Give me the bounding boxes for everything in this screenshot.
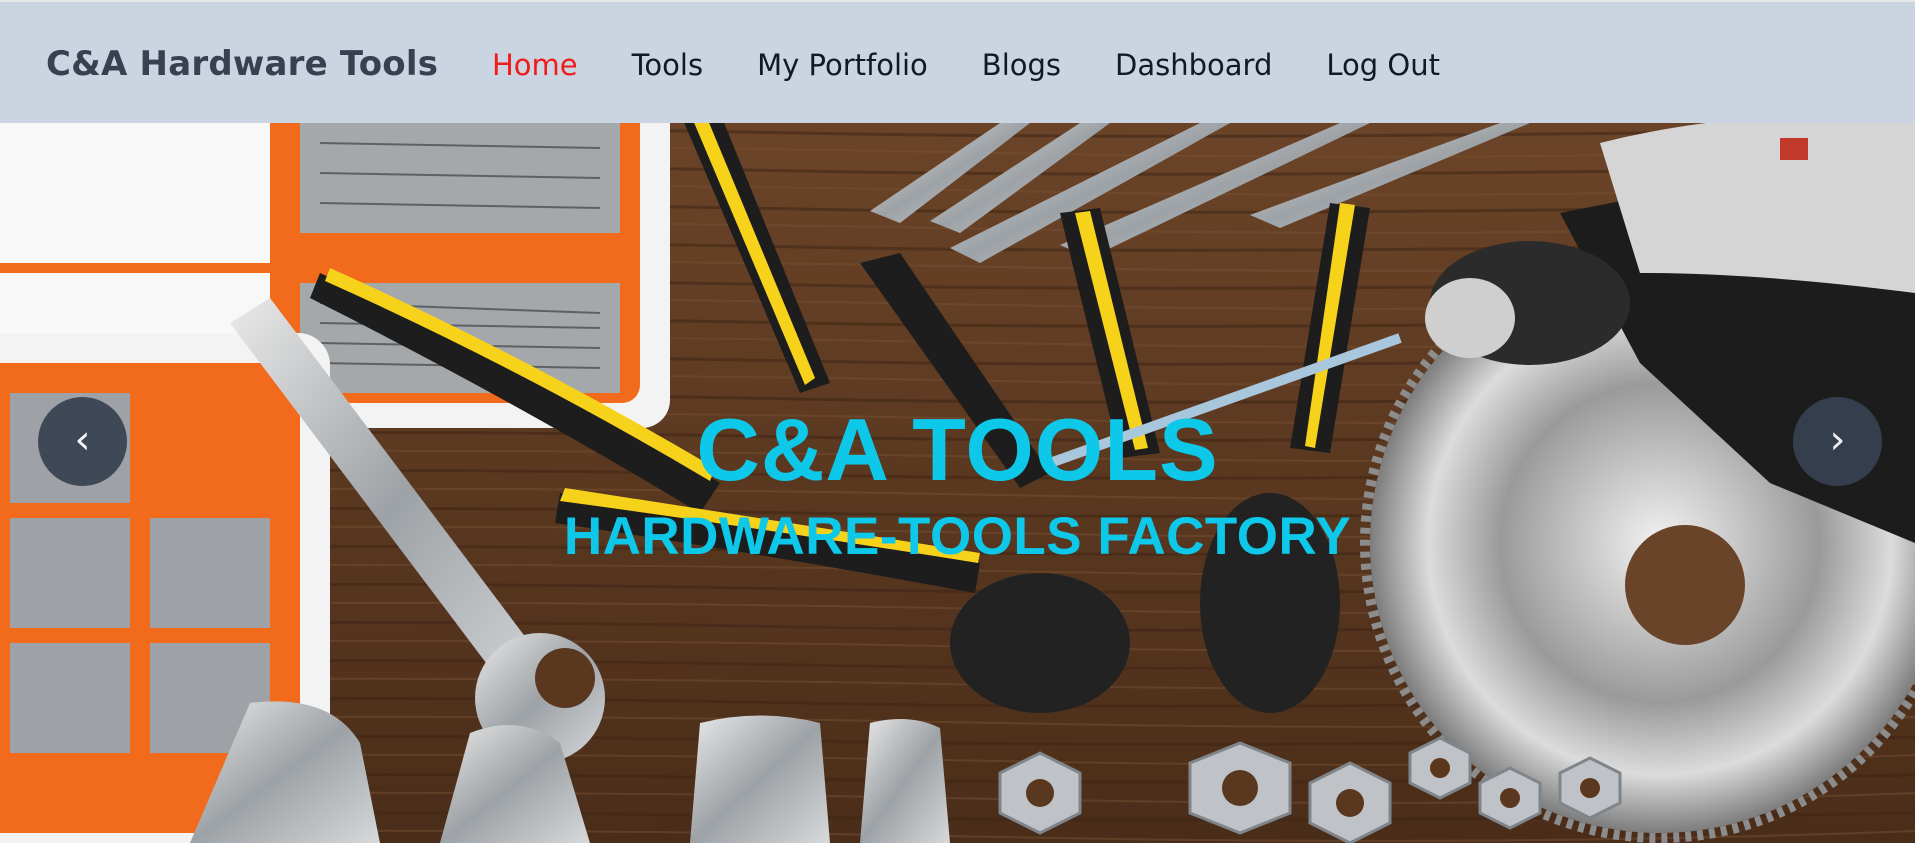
carousel-prev-button[interactable]: ‹ (38, 397, 127, 486)
chevron-left-icon: ‹ (74, 416, 91, 463)
nav-link-blogs[interactable]: Blogs (982, 48, 1061, 82)
nav-link-my-portfolio[interactable]: My Portfolio (757, 48, 928, 82)
hero-subtitle: HARDWARE-TOOLS FACTORY (563, 507, 1352, 566)
nav-menu: Home Tools My Portfolio Blogs Dashboard … (492, 48, 1494, 82)
nav-link-log-out[interactable]: Log Out (1326, 48, 1440, 82)
navbar: C&A Hardware Tools Home Tools My Portfol… (0, 0, 1915, 123)
hero-title: C&A TOOLS (696, 400, 1219, 499)
chevron-right-icon: › (1829, 416, 1846, 463)
page-bottom-edge (0, 843, 1915, 849)
brand-logo[interactable]: C&A Hardware Tools (46, 44, 438, 84)
nav-link-tools[interactable]: Tools (632, 48, 703, 82)
nav-link-home[interactable]: Home (492, 48, 578, 82)
hero-carousel: C&A TOOLS HARDWARE-TOOLS FACTORY ‹ › (0, 123, 1915, 843)
carousel-next-button[interactable]: › (1793, 397, 1882, 486)
nav-link-dashboard[interactable]: Dashboard (1115, 48, 1272, 82)
